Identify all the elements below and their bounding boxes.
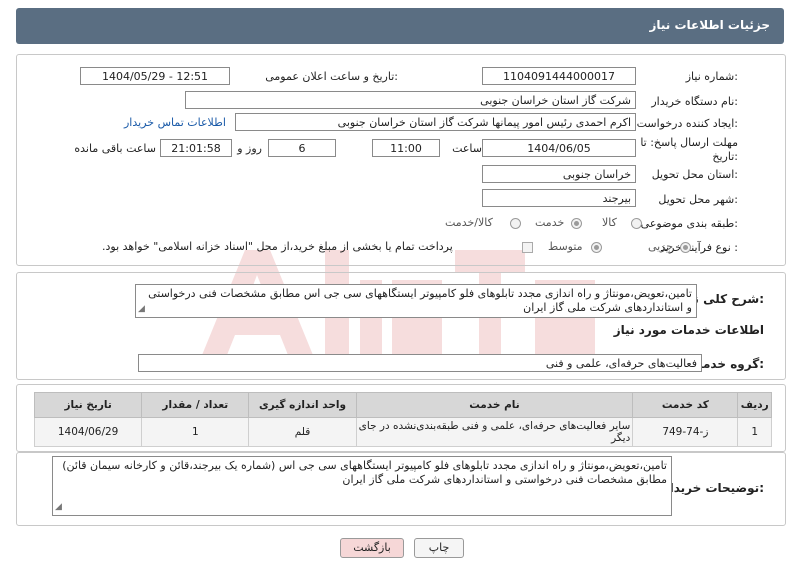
col-name: نام خدمت: [355, 392, 634, 418]
buyer-org-label: نام دستگاه خریدار:: [651, 95, 738, 108]
deadline-label-line2: تاریخ:: [712, 150, 738, 163]
col-date: تاریخ نیاز: [33, 392, 143, 418]
back-button[interactable]: بازگشت: [340, 538, 404, 558]
category-label: طبقه بندی موضوعی:: [640, 217, 738, 230]
deadline-label-line1: مهلت ارسال پاسخ: تا: [640, 136, 738, 149]
services-table: ردیف کد خدمت نام خدمت واحد اندازه گیری ت…: [33, 392, 772, 447]
service-group-field: فعالیت‌های حرفه‌ای، علمی و فنی: [138, 354, 702, 372]
need-number-label: شماره نیاز:: [685, 70, 738, 83]
cell-date: 1404/06/29: [33, 417, 143, 447]
deadline-time-field: 11:00: [372, 139, 440, 157]
category-radio-service[interactable]: [571, 218, 582, 229]
need-number-field: 1104091444000017: [482, 67, 636, 85]
deadline-date-field: 1404/06/05: [482, 139, 636, 157]
remaining-label: ساعت باقی مانده: [74, 142, 156, 155]
buyer-org-field: شرکت گاز استان خراسان جنوبی: [185, 91, 636, 109]
col-qty: تعداد / مقدار: [141, 392, 250, 418]
cell-name: سایر فعالیت‌های حرفه‌ای، علمی و فنی طبقه…: [355, 417, 634, 447]
requester-label: ایجاد کننده درخواست:: [636, 117, 738, 130]
announce-date-field: 1404/05/29 - 12:51: [80, 67, 230, 85]
col-row: ردیف: [737, 392, 772, 418]
cell-qty: 1: [141, 417, 250, 447]
category-radio-goods-service[interactable]: [510, 218, 521, 229]
category-option-goods-service: کالا/خدمت: [445, 216, 493, 229]
category-option-service: خدمت: [535, 216, 565, 229]
category-radio-goods[interactable]: [631, 218, 642, 229]
main-form-panel: [16, 54, 786, 266]
page-header: جزئیات اطلاعات نیاز: [16, 8, 784, 44]
process-radio-minor[interactable]: [680, 242, 691, 253]
cell-row: 1: [737, 417, 772, 447]
deadline-time-label: ساعت: [452, 142, 482, 155]
cell-unit: قلم: [248, 417, 357, 447]
buyer-notes-textarea: تامین،تعویض،مونتاژ و راه اندازی مجدد تاب…: [52, 456, 672, 516]
table-row: 1 ز-74-749 سایر فعالیت‌های حرفه‌ای، علمی…: [33, 417, 772, 447]
province-field: خراسان جنوبی: [482, 165, 636, 183]
city-label: شهر محل تحویل:: [658, 193, 738, 206]
col-unit: واحد اندازه گیری: [248, 392, 357, 418]
buyer-notes-text: تامین،تعویض،مونتاژ و راه اندازی مجدد تاب…: [62, 459, 667, 486]
city-field: بیرجند: [482, 189, 636, 207]
buyer-contact-link[interactable]: اطلاعات تماس خریدار: [124, 116, 226, 129]
requester-field: اکرم احمدی رئیس امور پیمانها شرکت گاز اس…: [235, 113, 636, 131]
announce-date-label: تاریخ و ساعت اعلان عمومی:: [265, 70, 398, 83]
process-option-minor: جزیی: [648, 240, 674, 253]
cell-code: ز-74-749: [632, 417, 739, 447]
page-title: جزئیات اطلاعات نیاز: [649, 18, 770, 32]
remaining-time-field: 21:01:58: [160, 139, 232, 157]
summary-text: تامین،تعویض،مونتاژ و راه اندازی مجدد تاب…: [148, 287, 692, 314]
resize-grip-icon[interactable]: ◢: [138, 302, 145, 316]
category-option-goods: کالا: [602, 216, 617, 229]
summary-textarea: تامین،تعویض،مونتاژ و راه اندازی مجدد تاب…: [135, 284, 697, 318]
services-section-title: اطلاعات خدمات مورد نیاز: [613, 323, 764, 337]
process-option-medium: متوسط: [548, 240, 583, 253]
treasury-payment-checkbox[interactable]: [522, 242, 533, 253]
province-label: استان محل تحویل:: [651, 168, 738, 181]
process-radio-medium[interactable]: [591, 242, 602, 253]
remaining-days-field: 6: [268, 139, 336, 157]
col-code: کد خدمت: [632, 392, 739, 418]
print-button[interactable]: چاپ: [414, 538, 464, 558]
treasury-payment-note: پرداخت تمام یا بخشی از مبلغ خرید،از محل …: [102, 240, 453, 253]
resize-grip-icon[interactable]: ◢: [55, 500, 62, 514]
days-label: روز و: [237, 142, 262, 155]
buyer-notes-label: توضیحات خریدار:: [662, 481, 764, 495]
table-header-row: ردیف کد خدمت نام خدمت واحد اندازه گیری ت…: [33, 392, 772, 418]
